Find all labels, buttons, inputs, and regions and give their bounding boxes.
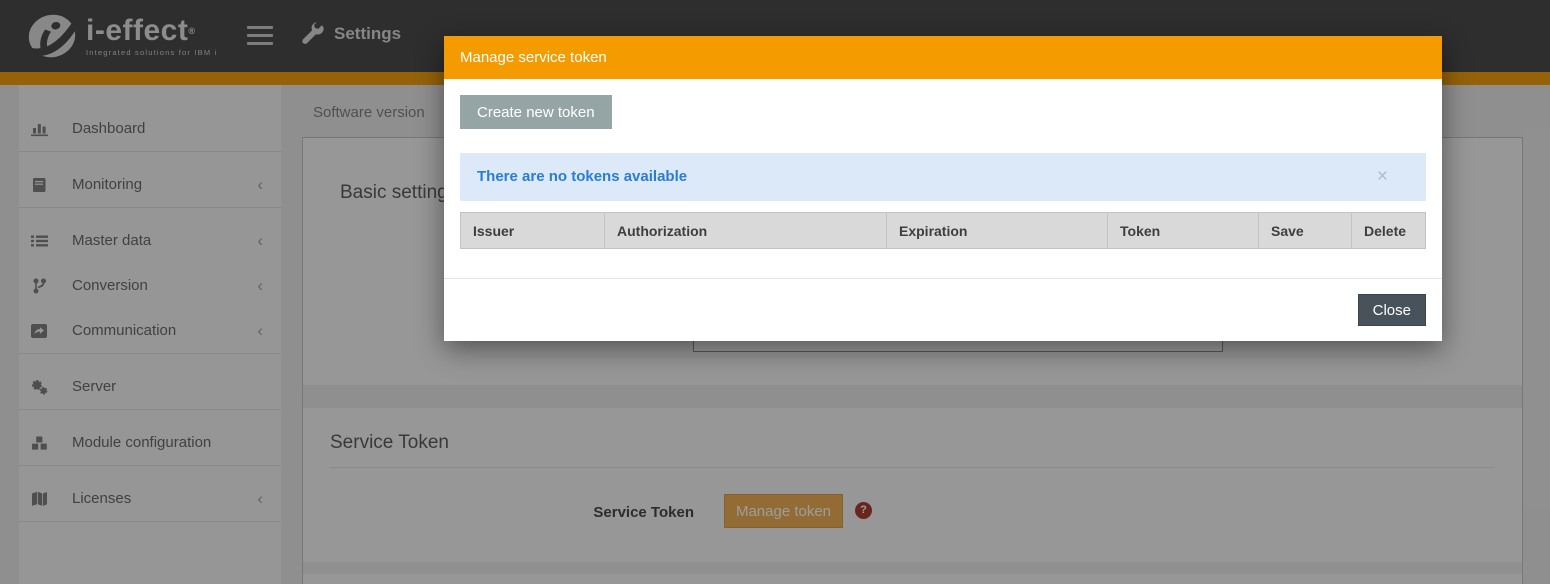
- tokens-table-header-row: Issuer Authorization Expiration Token Sa…: [461, 213, 1426, 249]
- create-new-token-button[interactable]: Create new token: [460, 95, 612, 129]
- column-header-issuer: Issuer: [461, 213, 605, 249]
- modal-footer: Close: [444, 278, 1442, 341]
- column-header-delete: Delete: [1352, 213, 1426, 249]
- column-header-save: Save: [1259, 213, 1352, 249]
- modal-title: Manage service token: [444, 36, 1442, 79]
- screen: i-effect® Integrated solutions for IBM i…: [0, 0, 1550, 584]
- modal-spacer: [460, 249, 1426, 278]
- alert-close-icon[interactable]: ×: [1377, 153, 1388, 201]
- no-tokens-alert: There are no tokens available ×: [460, 153, 1426, 201]
- manage-service-token-modal: Manage service token Create new token Th…: [444, 36, 1442, 341]
- alert-message: There are no tokens available: [477, 168, 687, 185]
- close-modal-button[interactable]: Close: [1358, 294, 1426, 326]
- column-header-expiration: Expiration: [887, 213, 1108, 249]
- column-header-authorization: Authorization: [605, 213, 887, 249]
- tokens-table: Issuer Authorization Expiration Token Sa…: [460, 212, 1426, 249]
- modal-body: Create new token There are no tokens ava…: [444, 79, 1442, 278]
- column-header-token: Token: [1108, 213, 1259, 249]
